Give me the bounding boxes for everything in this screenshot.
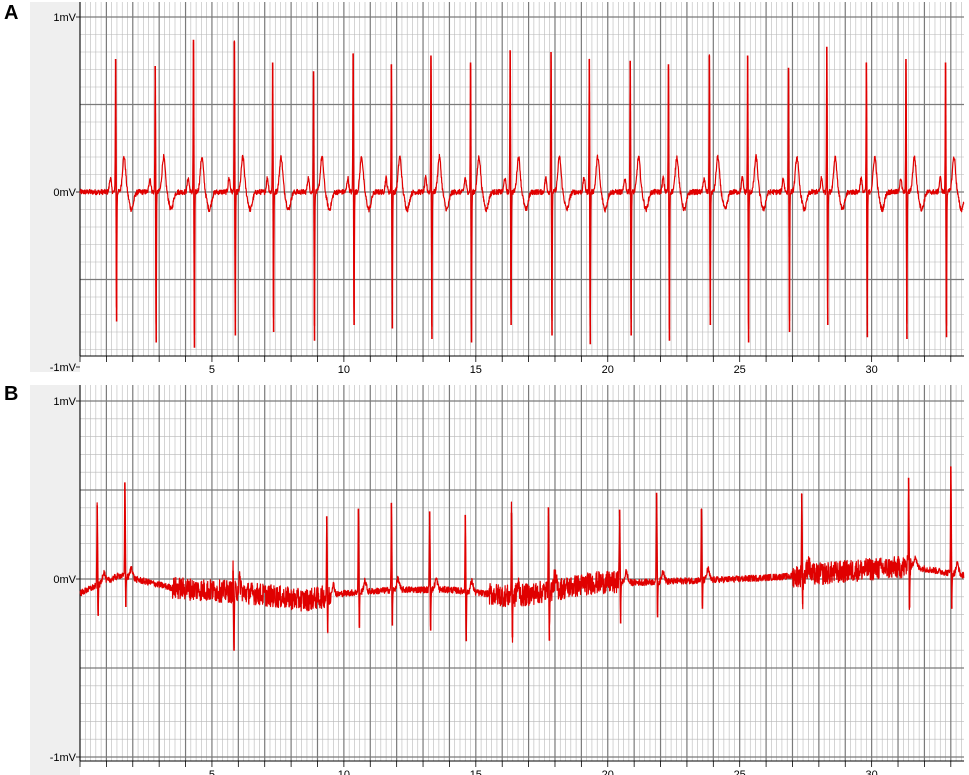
qrs-complex [547,507,551,641]
qrs-complex [390,502,394,626]
qrs-complex [430,55,433,340]
qrs-complex [232,570,235,651]
ecg-figure: 1mV 0mV -1mV 5 10 15 20 25 30 1mV 0mV -1mV 5 10 15 20 25… [30,2,965,775]
x-tick-label: 15 [470,769,482,775]
x-tick-label: 30 [866,769,878,775]
qrs-complex [464,514,468,642]
qrs-complex [352,53,355,326]
qrs-complex [233,41,237,336]
qrs-complex [905,58,908,340]
qrs-complex [629,60,632,336]
y-tick-label: -1mV [50,362,77,374]
qrs-complex [428,511,432,631]
qrs-complex [667,64,671,341]
qrs-complex [787,67,791,333]
qrs-complex [944,62,948,338]
x-tick-label: 25 [734,364,746,376]
x-tick-label: 30 [866,364,878,376]
qrs-complex [950,466,953,609]
y-tick-label: 0mV [53,187,76,199]
qrs-complex [800,493,804,605]
qrs-complex [509,50,512,326]
qrs-complex [192,39,196,348]
qrs-complex [510,512,514,638]
qrs-complex [865,62,869,338]
x-tick-label: 5 [209,769,215,775]
x-tick-label: 25 [734,769,746,775]
qrs-complex [588,58,592,345]
y-tick-label: 1mV [53,396,76,408]
qrs-complex [114,58,118,322]
qrs-complex [907,477,911,608]
x-tick-label: 20 [602,769,614,775]
qrs-complex [325,516,329,632]
qrs-complex [708,55,712,326]
x-tick-label: 10 [338,364,350,376]
qrs-complex [312,71,316,341]
qrs-complex [357,508,361,628]
plot-area [80,2,964,372]
qrs-complex [271,62,275,333]
qrs-complex [390,64,394,329]
qrs-complex [700,509,704,609]
ecg-panel-a: 1mV 0mV -1mV 5 10 15 20 25 30 [30,2,965,376]
qrs-complex [124,482,127,607]
qrs-complex [655,492,659,618]
qrs-complex [469,62,473,343]
x-tick-label: 20 [602,364,614,376]
y-tick-label: -1mV [50,752,77,764]
qrs-complex [154,65,158,343]
ecg-panel-b: 1mV 0mV -1mV 5 10 15 20 25 30 [30,385,965,775]
y-tick-label: 0mV [53,574,76,586]
x-tick-label: 5 [209,364,215,376]
qrs-complex [825,46,829,326]
x-tick-label: 10 [338,769,350,775]
qrs-complex [746,55,750,343]
x-tick-label: 15 [470,364,482,376]
qrs-complex [96,505,99,616]
qrs-complex [618,509,622,624]
qrs-complex [550,51,553,336]
y-tick-label: 1mV [53,12,76,24]
